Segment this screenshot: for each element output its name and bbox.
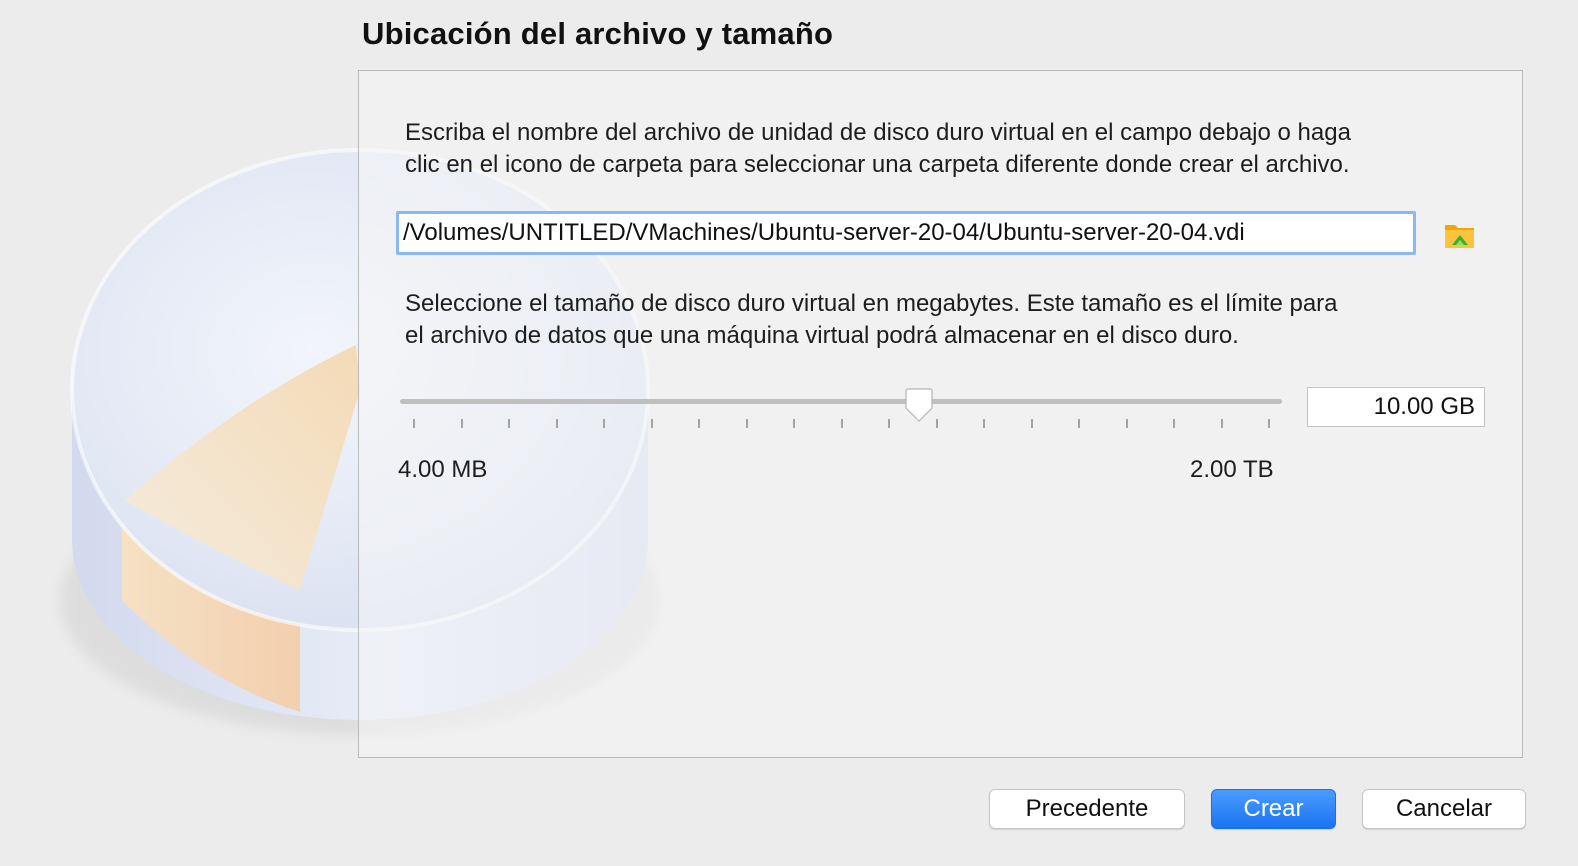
back-button[interactable]: Precedente [989,789,1185,829]
slider-tick [840,419,843,428]
file-path-input[interactable] [396,211,1416,255]
slider-tick [1078,419,1080,428]
slider-tick [650,419,653,428]
slider-max-label: 2.00 TB [1190,456,1274,483]
location-description-line-1: Escriba el nombre del archivo de unidad … [405,119,1351,146]
size-description: Seleccione el tamaño de disco duro virtu… [405,288,1338,352]
slider-tick [698,419,700,428]
slider-tick [1220,419,1223,428]
slider-tick [983,419,985,428]
slider-tick [508,419,510,428]
page-title: Ubicación del archivo y tamaño [362,16,834,51]
slider-tick [413,419,415,428]
slider-tick [888,419,890,428]
slider-tick [1125,419,1128,428]
slider-tick [935,419,938,428]
slider-tick [603,419,605,428]
slider-tick [1030,419,1033,428]
slider-tick [1268,419,1270,428]
location-description: Escriba el nombre del archivo de unidad … [405,117,1351,181]
slider-min-label: 4.00 MB [398,456,488,483]
size-description-line-2: el archivo de datos que una máquina virt… [405,322,1239,349]
slider-track[interactable] [400,399,1282,404]
slider-thumb[interactable] [903,388,935,424]
location-description-line-2: clic en el icono de carpeta para selecci… [405,151,1350,178]
slider-tick [793,419,795,428]
cancel-button[interactable]: Cancelar [1362,789,1526,829]
slider-tick [1173,419,1175,428]
choose-folder-button[interactable] [1440,217,1480,253]
folder-open-icon [1445,225,1474,248]
create-button[interactable]: Crear [1211,789,1336,829]
slider-tick [555,419,558,428]
slider-tick [745,419,748,428]
disk-size-slider[interactable] [396,384,1286,432]
size-description-line-1: Seleccione el tamaño de disco duro virtu… [405,290,1338,317]
slider-tick [460,419,463,428]
disk-size-field[interactable] [1307,387,1485,427]
